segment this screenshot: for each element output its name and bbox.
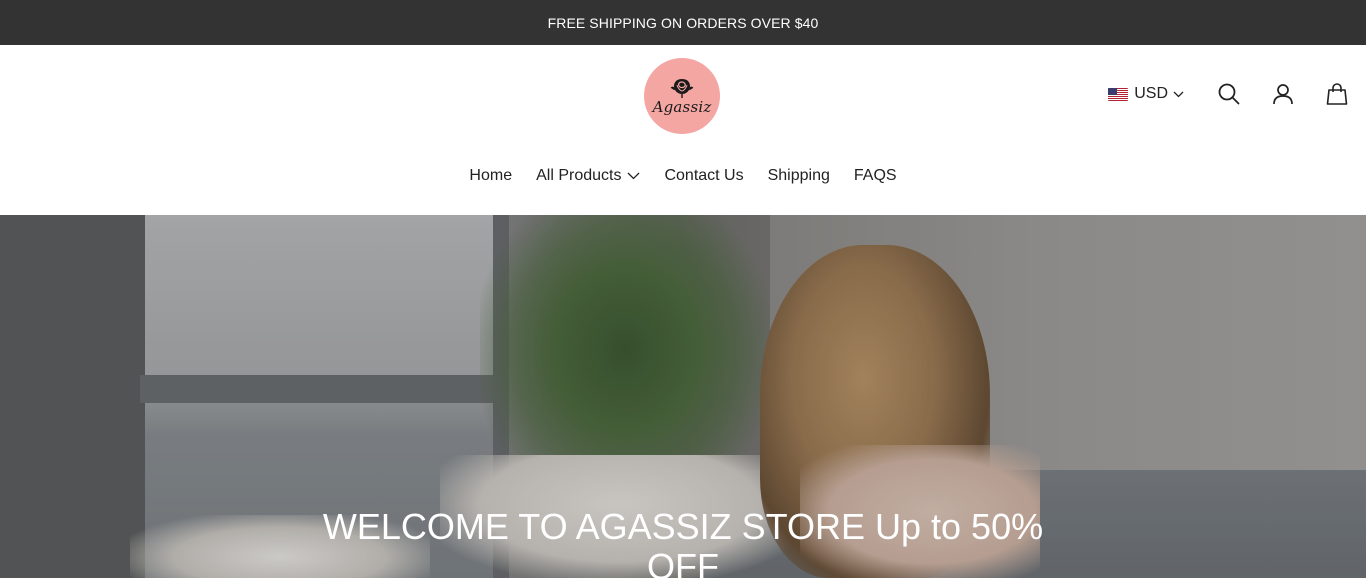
hero-banner[interactable]: WELCOME TO AGASSIZ STORE Up to 50% OFF bbox=[0, 215, 1366, 578]
main-navigation: Home All Products Contact Us Shipping FA… bbox=[0, 167, 1366, 185]
nav-item-label: Contact Us bbox=[664, 167, 744, 184]
currency-code: USD bbox=[1134, 85, 1168, 102]
rose-icon bbox=[670, 79, 694, 98]
announcement-text: FREE SHIPPING ON ORDERS OVER $40 bbox=[547, 14, 819, 31]
nav-item-label: Shipping bbox=[767, 167, 830, 184]
search-icon[interactable] bbox=[1216, 81, 1242, 107]
bag-icon[interactable] bbox=[1324, 81, 1350, 107]
nav-item-shipping[interactable]: Shipping bbox=[768, 167, 830, 185]
announcement-bar: FREE SHIPPING ON ORDERS OVER $40 bbox=[0, 0, 1366, 45]
nav-item-label: Home bbox=[469, 167, 513, 184]
chevron-down-icon bbox=[627, 172, 640, 180]
nav-item-faqs[interactable]: FAQS bbox=[854, 167, 897, 185]
chevron-down-icon bbox=[1173, 91, 1184, 98]
hero-title: WELCOME TO AGASSIZ STORE Up to 50% OFF bbox=[322, 506, 1044, 578]
header-utilities: USD bbox=[1108, 81, 1350, 107]
nav-item-home[interactable]: Home bbox=[469, 167, 512, 185]
store-logo[interactable]: Agassiz bbox=[644, 58, 720, 134]
site-header: Agassiz USD Home All Products Contact Us… bbox=[0, 45, 1366, 215]
logo-text: Agassiz bbox=[652, 98, 712, 116]
nav-item-all-products[interactable]: All Products bbox=[536, 167, 640, 185]
currency-selector[interactable]: USD bbox=[1108, 85, 1184, 103]
nav-item-label: All Products bbox=[536, 167, 622, 184]
user-icon[interactable] bbox=[1270, 81, 1296, 107]
us-flag-icon bbox=[1108, 87, 1129, 101]
nav-item-label: FAQS bbox=[853, 167, 897, 184]
nav-item-contact-us[interactable]: Contact Us bbox=[664, 167, 743, 185]
